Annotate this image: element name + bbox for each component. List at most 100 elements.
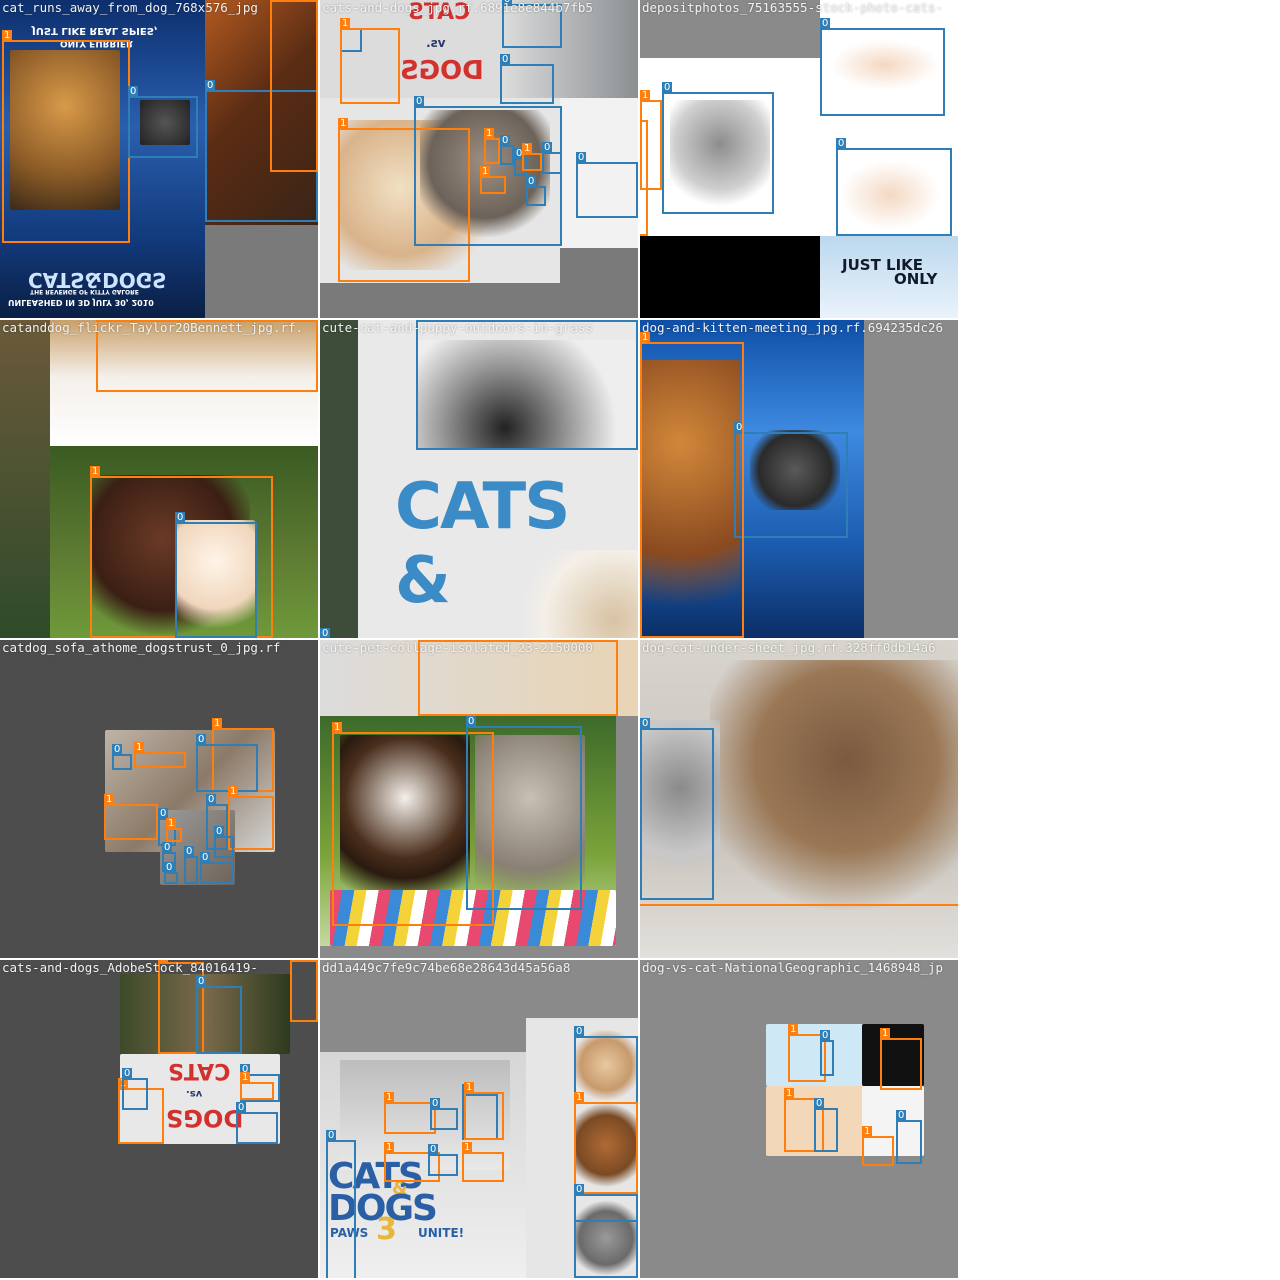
bbox-label: 0 bbox=[128, 86, 139, 98]
tile-8[interactable]: dog-cat-under-sheet_jpg.rf.328ff0db14a6 … bbox=[640, 640, 958, 958]
tile-10[interactable]: CATS & DOGS PAWS 3 UNITE! dd1a449c7fe9c7… bbox=[320, 960, 638, 1278]
tile-11[interactable]: dog-vs-cat-NationalGeographic_1468948_jp… bbox=[640, 960, 958, 1278]
bbox[interactable]: 0 bbox=[112, 744, 132, 770]
bbox-label: 1 bbox=[462, 1142, 473, 1154]
bbox[interactable]: 0 bbox=[430, 1098, 458, 1130]
bbox[interactable]: 1 bbox=[640, 332, 744, 638]
bbox-label: 1 bbox=[104, 794, 115, 806]
mosaic-grid: JUST LIKE REAL SPIES, ONLY FURRIER CATS&… bbox=[0, 0, 960, 1280]
bbox[interactable]: 0 bbox=[734, 422, 848, 538]
bbox-label: 0 bbox=[430, 1098, 441, 1110]
tile-title: catdog_sofa_athome_dogstrust_0_jpg.rf bbox=[2, 640, 281, 655]
bbox[interactable]: 0 bbox=[500, 54, 554, 104]
bbox[interactable]: 0 bbox=[576, 152, 638, 218]
bbox[interactable]: 1 bbox=[464, 1082, 504, 1140]
bbox[interactable]: 1 bbox=[166, 818, 182, 842]
bbox[interactable]: 1 bbox=[240, 1072, 274, 1100]
tile-title: cat_runs_away_from_dog_768x576_jpg bbox=[2, 0, 258, 15]
bbox-label: 0 bbox=[466, 716, 477, 728]
bbox[interactable]: 0 bbox=[428, 1144, 458, 1176]
bbox-label: 0 bbox=[326, 1130, 337, 1142]
bbox[interactable]: 1 bbox=[340, 18, 400, 104]
tile-5[interactable]: dog-and-kitten-meeting_jpg.rf.694235dc26… bbox=[640, 320, 958, 638]
tile-3[interactable]: catanddog_flickr_Taylor20Bennett_jpg.rf.… bbox=[0, 320, 318, 638]
bbox[interactable]: 0 bbox=[836, 138, 952, 236]
bbox-label: 1 bbox=[384, 1092, 395, 1104]
bbox[interactable]: 1 bbox=[880, 1028, 922, 1090]
tile-6[interactable]: catdog_sofa_athome_dogstrust_0_jpg.rf 1 … bbox=[0, 640, 318, 958]
tile-2[interactable]: JUST LIKE ONLY depositphotos_75163555-st… bbox=[640, 0, 958, 318]
poster-word-vs: vs. bbox=[426, 36, 446, 50]
bbox[interactable]: 0 bbox=[196, 976, 242, 1054]
poster-word-cats: CATS bbox=[168, 1058, 231, 1083]
bbox-label: 1 bbox=[270, 0, 281, 2]
bbox[interactable]: 0 bbox=[175, 512, 257, 638]
bbox[interactable]: 0 bbox=[416, 320, 638, 450]
bbox[interactable]: 1 bbox=[480, 166, 506, 194]
tile-9[interactable]: CATS vs. DOGS cats-and-dogs_AdobeStock_8… bbox=[0, 960, 318, 1278]
bbox[interactable]: 1 bbox=[484, 128, 500, 164]
bbox[interactable]: 0 bbox=[466, 716, 582, 910]
bbox[interactable]: 1 bbox=[862, 1126, 894, 1166]
bbox[interactable]: 0 bbox=[326, 1130, 356, 1278]
bbox[interactable]: 1 bbox=[574, 1092, 638, 1194]
bbox-label: 0 bbox=[542, 142, 553, 154]
tile-4[interactable]: CATS & cute-cat-and-puppy-outdoors-in-gr… bbox=[320, 320, 638, 638]
bbox[interactable]: 1 bbox=[104, 794, 158, 840]
bbox[interactable]: 1 bbox=[228, 786, 274, 850]
tile-title: cute-pet-collage-isolated_23-2150000 bbox=[322, 640, 593, 655]
bbox[interactable]: 0 bbox=[526, 176, 546, 206]
bbox-label: 0 bbox=[428, 1144, 439, 1156]
bbox-label: 0 bbox=[162, 842, 173, 854]
bbox-label: 0 bbox=[574, 1184, 585, 1196]
bbox[interactable]: 0 bbox=[164, 862, 178, 884]
bbox-label: 0 bbox=[196, 976, 207, 988]
bbox[interactable]: 0 bbox=[500, 135, 514, 165]
bbox[interactable]: 1 bbox=[640, 110, 648, 236]
bbox[interactable]: 0 bbox=[814, 1098, 838, 1152]
bbox[interactable]: 0 bbox=[200, 852, 234, 884]
bbox-label: 0 bbox=[836, 138, 847, 150]
bbox-label: 0 bbox=[320, 628, 331, 638]
bbox[interactable]: 0 bbox=[196, 734, 258, 792]
bbox[interactable]: 1 bbox=[462, 1142, 504, 1182]
bbox[interactable]: 0 bbox=[236, 1102, 278, 1144]
bbox[interactable]: 0 bbox=[820, 18, 945, 116]
poster-word-unite: UNITE! bbox=[418, 1226, 465, 1240]
bbox[interactable]: 0 bbox=[542, 142, 562, 174]
bbox[interactable]: 1 bbox=[290, 960, 318, 1022]
bbox-label: 0 bbox=[896, 1110, 907, 1122]
tile-title: dog-and-kitten-meeting_jpg.rf.694235dc26 bbox=[642, 320, 944, 335]
poster-word-dogs: DOGS bbox=[166, 1104, 244, 1132]
tile-7[interactable]: cute-pet-collage-isolated_23-2150000 1 1… bbox=[320, 640, 638, 958]
bbox-label: 0 bbox=[236, 1102, 247, 1114]
bbox-label: 1 bbox=[522, 143, 533, 155]
poster-subtitle: THE REVENGE OF KITTY GALORE bbox=[30, 288, 139, 295]
bbox[interactable]: 0 bbox=[184, 846, 198, 884]
bbox[interactable]: 1 bbox=[522, 143, 542, 171]
bbox[interactable]: 1 bbox=[270, 0, 318, 172]
bbox-label: 1 bbox=[228, 786, 239, 798]
bbox[interactable]: 1 bbox=[2, 30, 130, 243]
bbox-label: 0 bbox=[214, 826, 225, 838]
bbox[interactable]: 0 bbox=[128, 86, 198, 158]
bbox[interactable]: 0 bbox=[662, 82, 774, 214]
tile-1[interactable]: CATS vs. DOGS cats-and-dogs_jpg.rf.6891e… bbox=[320, 0, 638, 318]
bbox[interactable]: 0 bbox=[820, 1030, 834, 1076]
bbox[interactable]: 1 bbox=[134, 742, 186, 768]
bbox[interactable] bbox=[640, 640, 958, 906]
bbox-label: 1 bbox=[574, 1092, 585, 1104]
bbox[interactable]: 0 bbox=[122, 1068, 148, 1110]
bbox-label: 0 bbox=[526, 176, 537, 188]
tile-title: depositphotos_75163555-stock-photo-cats- bbox=[642, 0, 944, 15]
bbox-label: 1 bbox=[384, 1142, 395, 1154]
bbox-label: 1 bbox=[862, 1126, 873, 1138]
bbox-label: 1 bbox=[332, 722, 343, 734]
bbox[interactable]: 0 bbox=[574, 1184, 638, 1222]
poster-date: UNLEASHED IN 3D JULY 30, 2010 bbox=[8, 298, 154, 307]
bbox[interactable]: 0 bbox=[896, 1110, 922, 1164]
tile-0[interactable]: JUST LIKE REAL SPIES, ONLY FURRIER CATS&… bbox=[0, 0, 318, 318]
bbox[interactable]: 1 bbox=[384, 1092, 436, 1134]
bbox-label: 1 bbox=[464, 1082, 475, 1094]
bbox[interactable]: 0 bbox=[214, 826, 234, 858]
